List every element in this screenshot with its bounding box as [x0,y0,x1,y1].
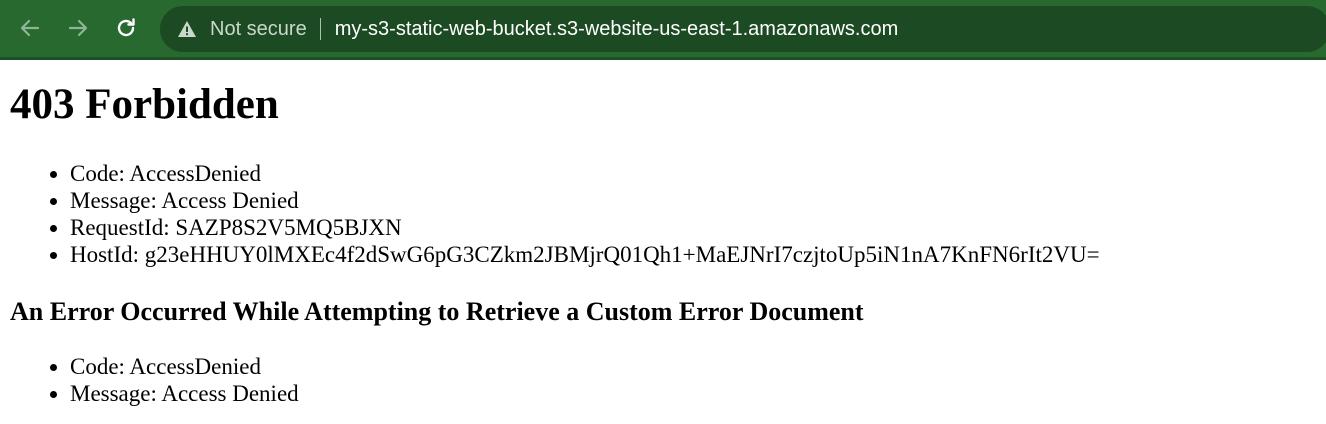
url-text[interactable]: my-s3-static-web-bucket.s3-website-us-ea… [335,18,899,41]
list-item: RequestId: SAZP8S2V5MQ5BJXN [70,214,1316,241]
back-arrow-icon [20,19,40,37]
secondary-details-list: Code: AccessDenied Message: Access Denie… [10,353,1316,407]
list-item: Message: Access Denied [70,380,1316,407]
page-content: 403 Forbidden Code: AccessDenied Message… [0,82,1326,407]
warning-icon[interactable] [177,19,197,39]
forward-arrow-icon [68,19,88,37]
browser-toolbar: Not secure my-s3-static-web-bucket.s3-we… [0,0,1326,60]
reload-icon [117,18,135,37]
error-subheading: An Error Occurred While Attempting to Re… [10,297,864,326]
error-details-list: Code: AccessDenied Message: Access Denie… [10,160,1316,268]
reload-button[interactable] [114,16,138,40]
list-item: HostId: g23eHHUY0lMXEc4f2dSwG6pG3CZkm2JB… [70,241,1316,268]
address-divider [319,18,321,40]
address-bar[interactable]: Not secure my-s3-static-web-bucket.s3-we… [160,6,1326,52]
list-item: Message: Access Denied [70,187,1316,214]
page-title: 403 Forbidden [10,81,279,128]
back-button[interactable] [18,16,42,40]
forward-button[interactable] [66,16,90,40]
list-item: Code: AccessDenied [70,160,1316,187]
list-item: Code: AccessDenied [70,353,1316,380]
security-status-label[interactable]: Not secure [210,18,307,41]
